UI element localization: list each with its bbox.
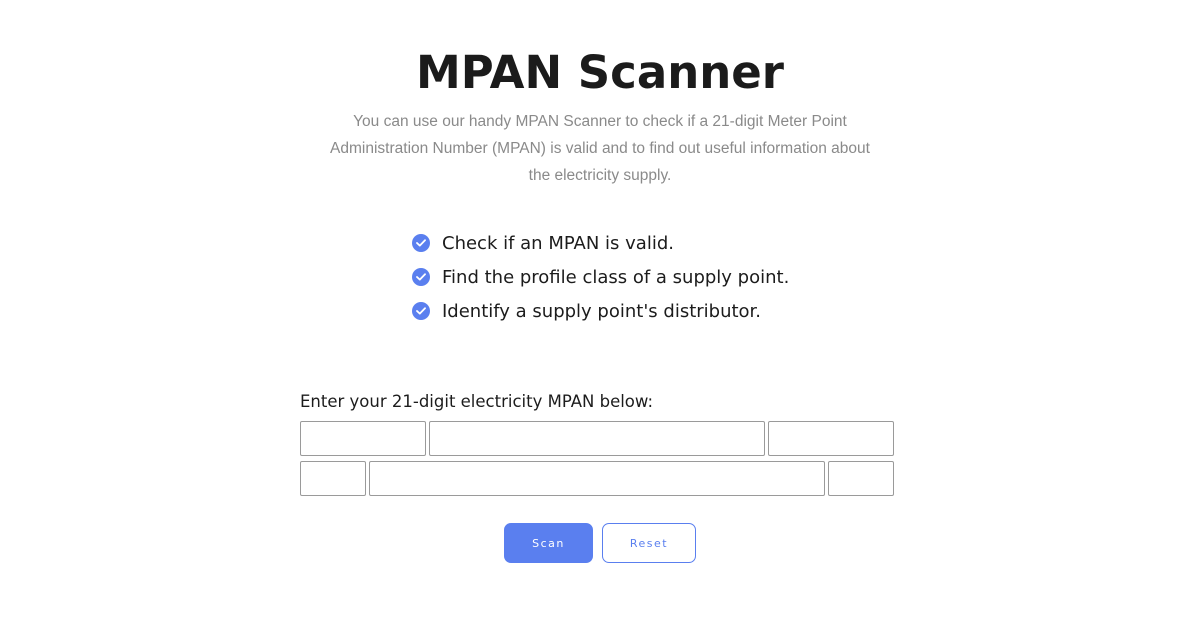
- feature-item: Find the profile class of a supply point…: [412, 260, 789, 294]
- check-circle-icon: [412, 268, 430, 286]
- scan-button[interactable]: Scan: [504, 523, 593, 563]
- feature-text: Identify a supply point's distributor.: [442, 300, 762, 322]
- profile-class-input[interactable]: [300, 421, 426, 456]
- check-circle-icon: [412, 302, 430, 320]
- mpan-input-label: Enter your 21-digit electricity MPAN bel…: [300, 392, 654, 411]
- feature-text: Check if an MPAN is valid.: [442, 232, 674, 254]
- distributor-id-input[interactable]: [300, 461, 366, 496]
- check-circle-icon: [412, 234, 430, 252]
- feature-item: Check if an MPAN is valid.: [412, 226, 789, 260]
- feature-item: Identify a supply point's distributor.: [412, 294, 789, 328]
- unique-id-input[interactable]: [369, 461, 825, 496]
- feature-text: Find the profile class of a supply point…: [442, 266, 790, 288]
- page-title: MPAN Scanner: [415, 46, 785, 99]
- reset-button[interactable]: Reset: [602, 523, 696, 563]
- meter-time-switch-code-input[interactable]: [429, 421, 765, 456]
- intro-paragraph: You can use our handy MPAN Scanner to ch…: [330, 113, 870, 184]
- line-loss-factor-input[interactable]: [768, 421, 894, 456]
- check-digit-input[interactable]: [828, 461, 894, 496]
- feature-list: Check if an MPAN is valid. Find the prof…: [412, 226, 789, 328]
